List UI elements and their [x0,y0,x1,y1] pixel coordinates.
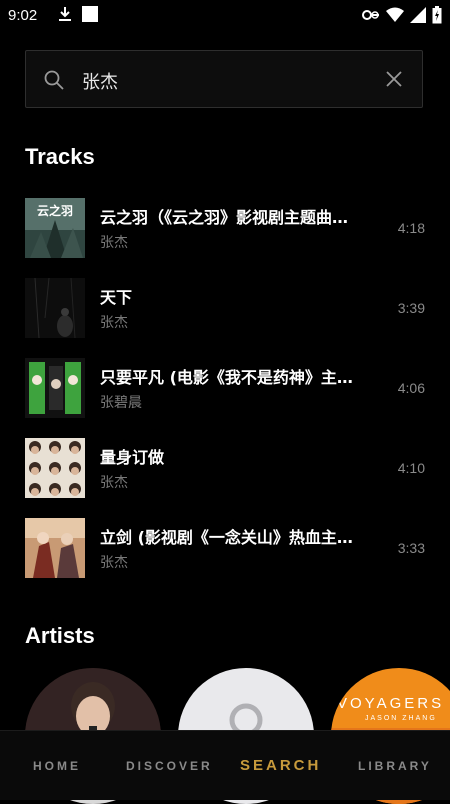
wifi-icon [386,7,404,22]
track-artist: 张碧晨 [100,395,142,411]
track-row[interactable]: 量身订做 张杰 4:10 [25,438,430,500]
status-time: 9:02 [8,7,38,24]
track-artwork [25,358,85,418]
download-icon [59,7,71,21]
nav-search[interactable]: SEARCH [240,757,321,774]
track-row[interactable]: 只要平凡 (电影《我不是药神》主… 张碧晨 4:06 [25,358,430,420]
search-icon [44,70,64,90]
search-box [25,50,423,108]
track-artist: 张杰 [100,235,128,251]
album-artist-text: JASON ZHANG [365,715,437,722]
tracks-heading: Tracks [25,144,95,169]
track-artist: 张杰 [100,475,128,491]
nav-discover[interactable]: DISCOVER [126,759,213,773]
notification-square-icon [82,6,98,22]
track-title: 量身订做 [100,448,165,467]
track-row[interactable]: 天下 张杰 3:39 [25,278,430,340]
battery-icon [432,6,442,24]
track-artist: 张杰 [100,555,128,571]
track-artwork [25,438,85,498]
track-row[interactable]: 云之羽 云之羽（《云之羽》影视剧主题曲… 张杰 4:18 [25,198,430,260]
track-duration: 4:06 [397,380,425,396]
track-artwork: 云之羽 [25,198,85,258]
track-duration: 3:39 [397,300,425,316]
track-title: 天下 [100,288,133,307]
track-duration: 4:10 [397,460,425,476]
track-title: 云之羽（《云之羽》影视剧主题曲… [100,208,349,227]
status-bar: 9:02 [0,0,450,32]
nav-home[interactable]: HOME [33,759,81,773]
search-input[interactable] [80,65,374,97]
track-title: 立剑 (影视剧《一念关山》热血主… [100,528,353,547]
track-artist: 张杰 [100,315,128,331]
bottom-navigation: HOME DISCOVER SEARCH LIBRARY [0,730,450,800]
track-title: 只要平凡 (电影《我不是药神》主… [100,368,353,387]
clear-search-icon[interactable] [386,71,402,87]
track-artwork [25,278,85,338]
album-title-text: VOYAGERS [337,695,444,712]
track-duration: 3:33 [397,540,425,556]
vpn-key-icon [362,10,379,20]
nav-library[interactable]: LIBRARY [358,759,432,773]
track-artwork-label: 云之羽 [37,203,73,218]
track-row[interactable]: 立剑 (影视剧《一念关山》热血主… 张杰 3:33 [25,518,430,580]
signal-icon [410,7,426,23]
artists-heading: Artists [25,623,95,648]
track-artwork [25,518,85,578]
track-duration: 4:18 [397,220,425,236]
